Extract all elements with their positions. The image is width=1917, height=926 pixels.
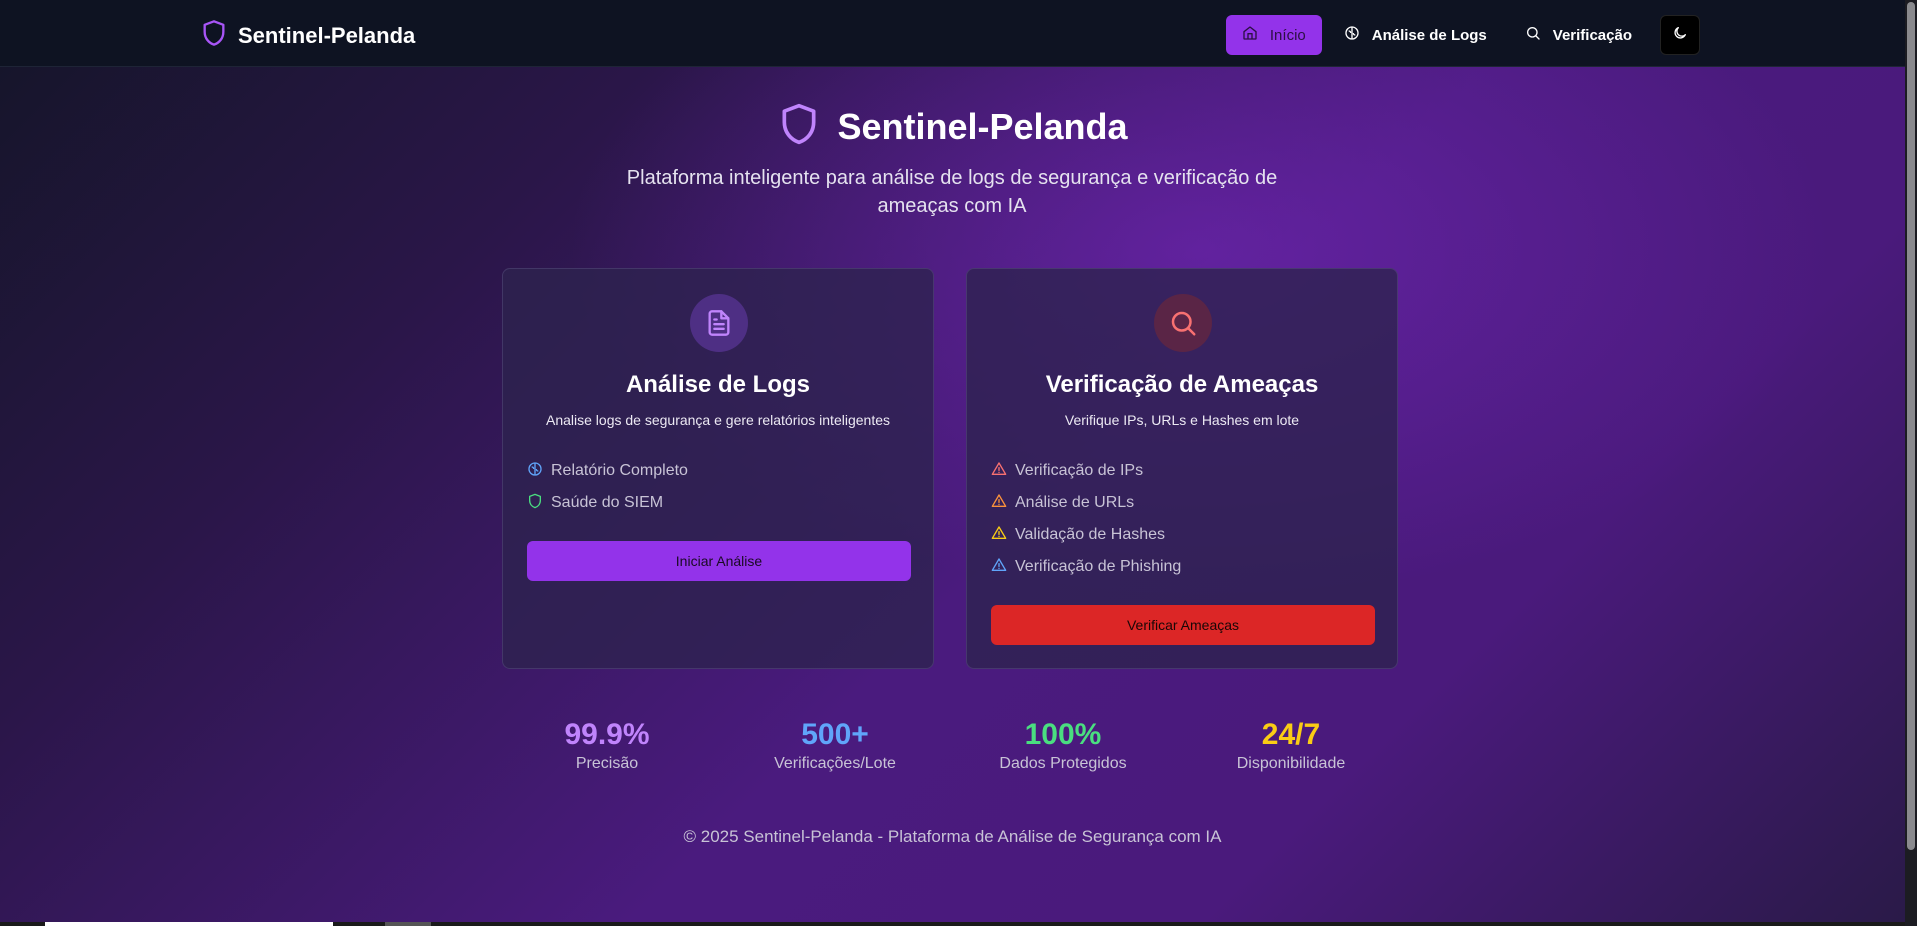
nav-item-inicio[interactable]: Início <box>1225 15 1322 55</box>
shield-icon <box>200 18 228 53</box>
bottom-edge-marker <box>385 922 431 926</box>
nav-item-label: Início <box>1269 26 1306 44</box>
bottom-edge-highlight <box>45 922 333 926</box>
scrollbar-thumb[interactable] <box>1907 2 1915 850</box>
search-icon <box>1154 294 1212 352</box>
card-log-analysis: Análise de Logs Analise logs de seguranç… <box>502 268 934 669</box>
verify-threats-button[interactable]: Verificar Ameaças <box>991 605 1375 645</box>
warning-icon <box>991 557 1007 578</box>
shield-icon <box>527 493 543 514</box>
list-item: Saúde do SIEM <box>527 487 688 519</box>
stat-availability: 24/7 Disponibilidade <box>1191 716 1391 774</box>
stat-value: 500+ <box>801 718 869 751</box>
stat-label: Disponibilidade <box>1236 755 1346 772</box>
home-icon <box>1242 25 1258 45</box>
nav-links: Início Análise de Logs Verificação <box>1225 15 1700 55</box>
card-threat-verification: Verificação de Ameaças Verifique IPs, UR… <box>966 268 1398 669</box>
footer-text: © 2025 Sentinel-Pelanda - Plataforma de … <box>683 827 1222 846</box>
card-description: Verifique IPs, URLs e Hashes em lote <box>1064 412 1300 428</box>
list-item: Verificação de Phishing <box>991 551 1181 583</box>
card-title: Análise de Logs <box>625 371 811 398</box>
card-description: Analise logs de segurança e gere relatór… <box>546 412 890 428</box>
nav-item-verificacao[interactable]: Verificação <box>1509 15 1648 55</box>
stat-label: Verificações/Lote <box>774 755 896 772</box>
page-title: Sentinel-Pelanda <box>837 105 1128 147</box>
brain-icon <box>527 461 543 482</box>
nav-item-label: Análise de Logs <box>1371 26 1487 44</box>
app-viewport: Sentinel-Pelanda Início Análise de Logs … <box>0 0 1905 922</box>
warning-icon <box>991 525 1007 546</box>
document-icon <box>690 294 748 352</box>
theme-toggle-button[interactable] <box>1660 15 1700 55</box>
shield-icon <box>777 100 821 153</box>
stat-label: Precisão <box>575 755 639 772</box>
moon-icon <box>1672 25 1688 46</box>
warning-icon <box>991 461 1007 482</box>
list-item: Relatório Completo <box>527 455 688 487</box>
search-icon <box>1525 25 1541 45</box>
feature-list: Verificação de IPs Análise de URLs Valid… <box>991 455 1181 583</box>
hero-heading: Sentinel-Pelanda <box>0 100 1905 153</box>
brand[interactable]: Sentinel-Pelanda <box>200 18 415 53</box>
stat-verifications: 500+ Verificações/Lote <box>735 716 935 774</box>
vertical-scrollbar[interactable] <box>1905 0 1917 926</box>
stat-label: Dados Protegidos <box>999 755 1127 772</box>
top-navbar: Sentinel-Pelanda Início Análise de Logs … <box>0 0 1905 67</box>
brain-icon <box>1344 25 1360 45</box>
card-title: Verificação de Ameaças <box>1045 371 1319 398</box>
feature-label: Verificação de IPs <box>1015 462 1144 479</box>
warning-icon <box>991 493 1007 514</box>
list-item: Análise de URLs <box>991 487 1181 519</box>
stat-data-protected: 100% Dados Protegidos <box>963 716 1163 774</box>
stat-value: 100% <box>1024 718 1102 751</box>
stat-value: 24/7 <box>1261 718 1321 751</box>
stat-value: 99.9% <box>564 718 650 751</box>
feature-label: Relatório Completo <box>551 462 688 479</box>
brand-name: Sentinel-Pelanda <box>238 22 416 48</box>
list-item: Verificação de IPs <box>991 455 1181 487</box>
feature-label: Verificação de Phishing <box>1015 558 1182 575</box>
list-item: Validação de Hashes <box>991 519 1181 551</box>
feature-label: Saúde do SIEM <box>551 494 664 511</box>
nav-item-analise-de-logs[interactable]: Análise de Logs <box>1328 15 1503 55</box>
feature-list: Relatório Completo Saúde do SIEM <box>527 455 688 519</box>
nav-item-label: Verificação <box>1552 26 1632 44</box>
feature-label: Análise de URLs <box>1015 494 1135 511</box>
feature-label: Validação de Hashes <box>1015 526 1166 543</box>
stat-precision: 99.9% Precisão <box>507 716 707 774</box>
start-analysis-button[interactable]: Iniciar Análise <box>527 541 911 581</box>
hero-subtitle: Plataforma inteligente para análise de l… <box>626 167 1278 217</box>
